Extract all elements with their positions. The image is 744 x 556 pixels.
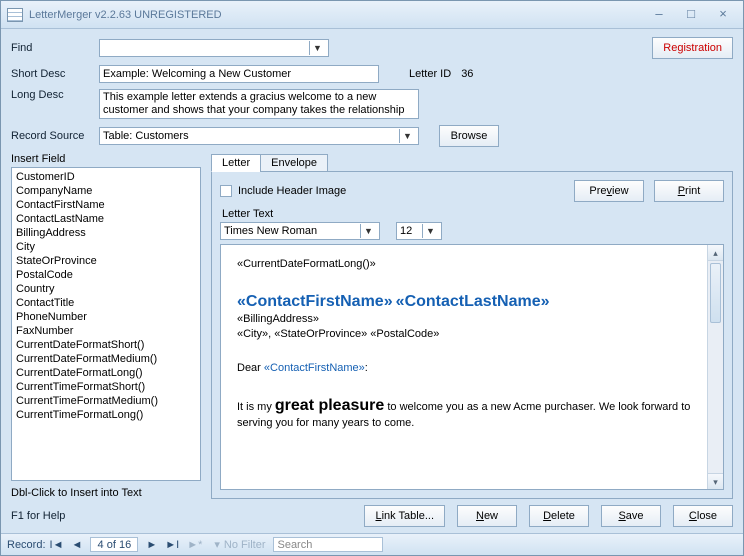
letterid-label: Letter ID (409, 68, 451, 80)
merge-dear-name: «ContactFirstName» (264, 362, 365, 374)
field-item[interactable]: BillingAddress (16, 226, 196, 240)
tab-envelope[interactable]: Envelope (260, 154, 328, 172)
field-item[interactable]: PostalCode (16, 268, 196, 282)
nav-prev-icon[interactable]: ◄ (67, 539, 86, 551)
scroll-thumb[interactable] (710, 263, 721, 323)
field-item[interactable]: CurrentTimeFormatShort() (16, 380, 196, 394)
longdesc-label: Long Desc (11, 89, 99, 101)
maximize-button[interactable]: □ (677, 6, 705, 24)
font-combo[interactable]: Times New Roman▼ (220, 222, 380, 240)
field-item[interactable]: City (16, 240, 196, 254)
insert-field-label: Insert Field (11, 153, 201, 165)
field-item[interactable]: CurrentDateFormatShort() (16, 338, 196, 352)
scroll-down-icon[interactable]: ▾ (708, 473, 723, 489)
field-item[interactable]: ContactLastName (16, 212, 196, 226)
search-box[interactable]: Search (273, 537, 383, 552)
find-label: Find (11, 42, 99, 54)
longdesc-input[interactable]: This example letter extends a gracius we… (99, 89, 419, 119)
funnel-icon: ▾ (214, 538, 220, 551)
field-item[interactable]: Country (16, 282, 196, 296)
nav-first-icon[interactable]: I◄ (46, 539, 68, 551)
print-button[interactable]: Print (654, 180, 724, 202)
app-icon (7, 8, 23, 22)
registration-button[interactable]: Registration (652, 37, 733, 59)
field-item[interactable]: CurrentTimeFormatLong() (16, 408, 196, 422)
chevron-down-icon: ▼ (399, 129, 415, 143)
client-area: Find ▼ Registration Short Desc Example: … (1, 29, 743, 533)
delete-button[interactable]: Delete (529, 505, 589, 527)
recordsource-label: Record Source (11, 130, 99, 142)
lettertext-label: Letter Text (222, 208, 724, 220)
browse-button[interactable]: Browse (439, 125, 499, 147)
field-item[interactable]: CurrentDateFormatLong() (16, 366, 196, 380)
app-window: LetterMerger v2.2.63 UNREGISTERED – □ × … (0, 0, 744, 556)
shortdesc-input[interactable]: Example: Welcoming a New Customer (99, 65, 379, 83)
titlebar: LetterMerger v2.2.63 UNREGISTERED – □ × (1, 1, 743, 29)
letter-tabpage: Include Header Image Preview Print Lette… (211, 171, 733, 499)
merge-firstname: «ContactFirstName» (237, 293, 393, 310)
shortdesc-label: Short Desc (11, 68, 99, 80)
tab-letter[interactable]: Letter (211, 154, 261, 172)
include-header-checkbox[interactable] (220, 185, 232, 197)
field-item[interactable]: StateOrProvince (16, 254, 196, 268)
window-title: LetterMerger v2.2.63 UNREGISTERED (29, 9, 222, 21)
field-item[interactable]: ContactFirstName (16, 198, 196, 212)
dblclick-hint: Dbl-Click to Insert into Text (11, 487, 201, 499)
merge-billing: «BillingAddress» (237, 312, 707, 327)
minimize-button[interactable]: – (645, 6, 673, 24)
help-hint: F1 for Help (11, 510, 65, 522)
merge-lastname: «ContactLastName» (396, 293, 550, 310)
nav-next-icon[interactable]: ► (142, 539, 161, 551)
chevron-down-icon: ▼ (422, 224, 438, 238)
letterid-value: 36 (461, 68, 473, 80)
chevron-down-icon: ▼ (360, 224, 376, 238)
vertical-scrollbar[interactable]: ▴ ▾ (707, 245, 723, 489)
scroll-up-icon[interactable]: ▴ (708, 245, 723, 261)
field-listbox[interactable]: CustomerIDCompanyNameContactFirstNameCon… (11, 167, 201, 481)
close-button[interactable]: Close (673, 505, 733, 527)
nav-new-icon: ►* (183, 539, 206, 551)
record-navigator: Record: I◄ ◄ 4 of 16 ► ►I ►* ▾No Filter … (1, 533, 743, 555)
field-item[interactable]: CustomerID (16, 170, 196, 184)
letter-text-area[interactable]: «CurrentDateFormatLong()» «ContactFirstN… (220, 244, 724, 490)
record-position[interactable]: 4 of 16 (90, 537, 138, 552)
field-item[interactable]: ContactTitle (16, 296, 196, 310)
record-label: Record: (7, 539, 46, 551)
merge-csz: «City», «StateOrProvince» «PostalCode» (237, 327, 707, 342)
field-item[interactable]: CurrentDateFormatMedium() (16, 352, 196, 366)
include-header-label: Include Header Image (238, 185, 346, 197)
nav-last-icon[interactable]: ►I (161, 539, 183, 551)
field-item[interactable]: CompanyName (16, 184, 196, 198)
link-table-button[interactable]: Link Table... (364, 505, 445, 527)
chevron-down-icon: ▼ (309, 41, 325, 55)
fontsize-combo[interactable]: 12▼ (396, 222, 442, 240)
field-item[interactable]: CurrentTimeFormatMedium() (16, 394, 196, 408)
filter-indicator: ▾No Filter (214, 538, 265, 551)
save-button[interactable]: Save (601, 505, 661, 527)
field-item[interactable]: FaxNumber (16, 324, 196, 338)
merge-date: «CurrentDateFormatLong()» (237, 257, 707, 272)
recordsource-combo[interactable]: Table: Customers▼ (99, 127, 419, 145)
find-combo[interactable]: ▼ (99, 39, 329, 57)
new-button[interactable]: New (457, 505, 517, 527)
close-window-button[interactable]: × (709, 6, 737, 24)
preview-button[interactable]: Preview (574, 180, 644, 202)
tab-strip: Letter Envelope (211, 154, 733, 172)
field-item[interactable]: PhoneNumber (16, 310, 196, 324)
